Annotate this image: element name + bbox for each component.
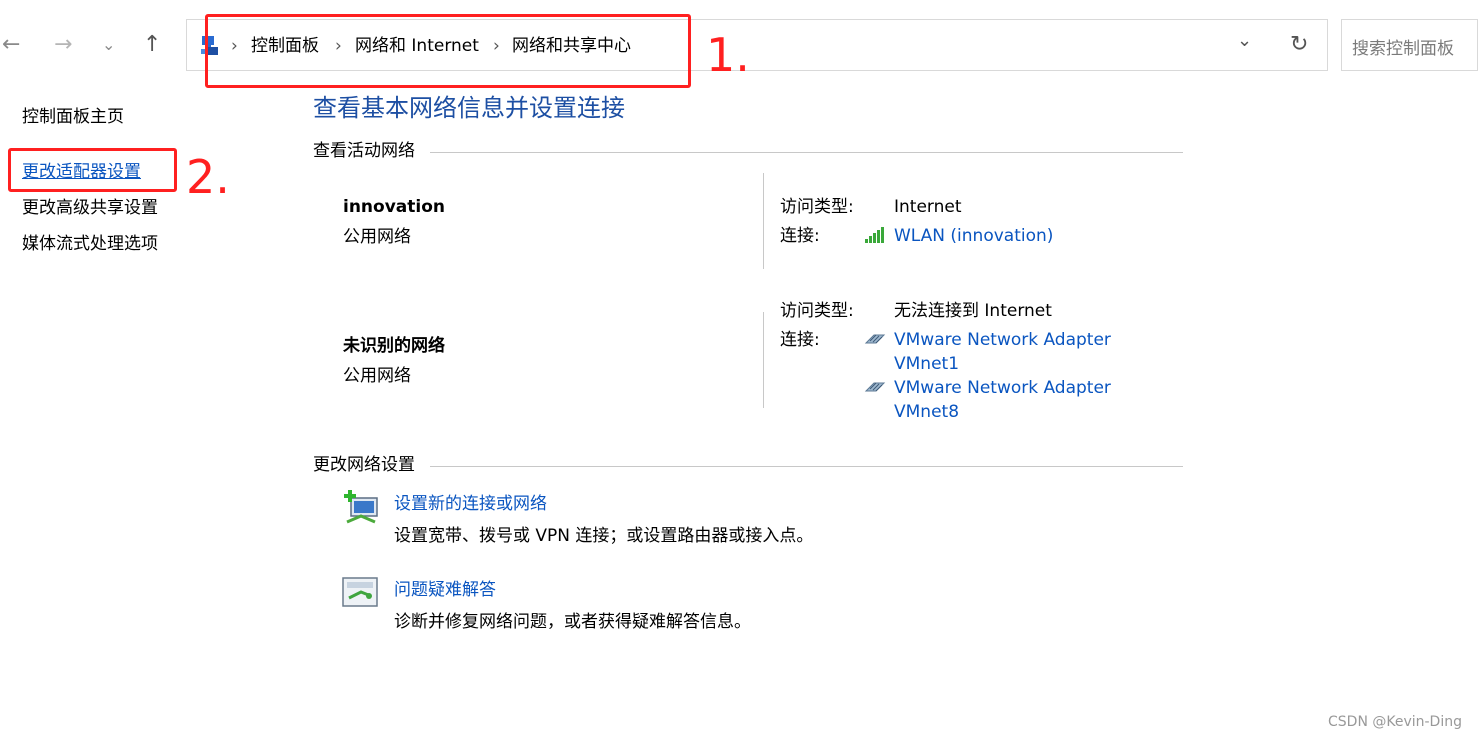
annotation-box-1 — [205, 14, 691, 88]
access-type-label: 访问类型: — [780, 197, 854, 217]
access-type-value: 无法连接到 Internet — [894, 301, 1052, 321]
sidebar-item-media-streaming[interactable]: 媒体流式处理选项 — [22, 232, 158, 256]
connection-link-vmnet1-name[interactable]: VMnet1 — [894, 352, 959, 376]
section-active-networks: 查看活动网络 — [313, 141, 415, 161]
connection-link-vmnet8-name[interactable]: VMnet8 — [894, 400, 959, 424]
connection-link-vmnet8[interactable]: VMware Network Adapter — [894, 376, 1111, 400]
task-link-new-connection[interactable]: 设置新的连接或网络 — [394, 492, 547, 516]
sidebar-item-change-adapter-settings[interactable]: 更改适配器设置 — [22, 160, 141, 184]
watermark: CSDN @Kevin-Ding — [1328, 714, 1462, 730]
section-change-network-settings: 更改网络设置 — [313, 455, 415, 475]
new-connection-icon — [341, 488, 381, 532]
network-name: innovation — [343, 197, 445, 217]
task-description: 诊断并修复网络问题，或者获得疑难解答信息。 — [394, 612, 751, 632]
divider — [763, 173, 764, 269]
recent-locations-button[interactable]: ⌄ — [102, 30, 115, 60]
connection-link-vmnet1[interactable]: VMware Network Adapter — [894, 328, 1111, 352]
page-title: 查看基本网络信息并设置连接 — [313, 94, 625, 122]
divider — [430, 466, 1183, 467]
network-adapter-icon — [864, 331, 888, 351]
address-dropdown-button[interactable]: ⌄ — [1237, 30, 1252, 51]
network-name: 未识别的网络 — [343, 336, 445, 356]
network-type: 公用网络 — [343, 227, 411, 247]
annotation-step-1: 1. — [706, 28, 750, 82]
task-link-troubleshoot[interactable]: 问题疑难解答 — [394, 578, 496, 602]
back-button[interactable]: ← — [2, 30, 20, 60]
sidebar-item-control-panel-home[interactable]: 控制面板主页 — [22, 105, 124, 129]
forward-button[interactable]: → — [54, 30, 72, 60]
sidebar-item-advanced-sharing[interactable]: 更改高级共享设置 — [22, 196, 158, 220]
annotation-step-2: 2. — [186, 150, 230, 204]
search-box[interactable]: 搜索控制面板 — [1341, 19, 1478, 71]
network-adapter-icon — [864, 379, 888, 399]
network-type: 公用网络 — [343, 366, 411, 386]
connection-link-wlan[interactable]: WLAN (innovation) — [894, 224, 1053, 248]
connection-label: 连接: — [780, 330, 820, 350]
task-description: 设置宽带、拨号或 VPN 连接；或设置路由器或接入点。 — [394, 526, 814, 546]
refresh-button[interactable]: ↻ — [1290, 32, 1308, 57]
search-placeholder: 搜索控制面板 — [1352, 39, 1454, 59]
access-type-label: 访问类型: — [780, 301, 854, 321]
connection-label: 连接: — [780, 226, 820, 246]
up-button[interactable]: ↑ — [143, 30, 161, 60]
divider — [763, 312, 764, 408]
troubleshoot-icon — [341, 576, 381, 614]
access-type-value: Internet — [894, 197, 962, 217]
wifi-signal-icon — [864, 226, 888, 248]
divider — [430, 152, 1183, 153]
